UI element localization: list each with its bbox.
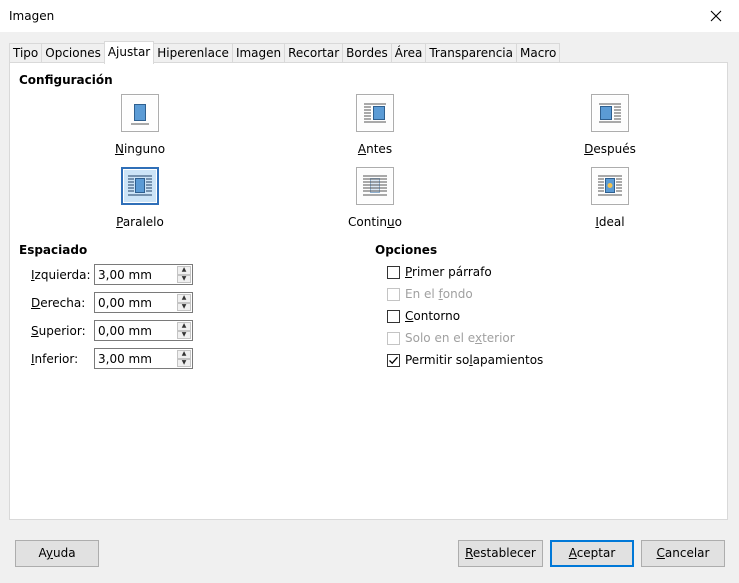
label-derecha: Derecha:: [31, 296, 86, 310]
tab-imagen[interactable]: Imagen: [231, 43, 286, 64]
spin-down-icon[interactable]: ▼: [177, 330, 191, 339]
tab-transparencia[interactable]: Transparencia: [425, 43, 517, 64]
wrap-none-button[interactable]: [121, 94, 159, 132]
spin-down-icon[interactable]: ▼: [177, 274, 191, 283]
superior-spin-arrows: ▲ ▼: [177, 322, 191, 339]
checkbox-contorno[interactable]: Contorno: [387, 308, 460, 324]
label-inferior: Inferior:: [31, 352, 79, 366]
checkbox-box[interactable]: [387, 353, 400, 367]
izquierda-spin-arrows: ▲ ▼: [177, 266, 191, 283]
checkbox-primer-parrafo[interactable]: Primer párrafo: [387, 264, 492, 280]
izquierda-spinbox[interactable]: 3,00 mm ▲ ▼: [94, 264, 193, 285]
spin-up-icon[interactable]: ▲: [177, 322, 191, 331]
wrap-through-button[interactable]: [356, 167, 394, 205]
superior-value[interactable]: 0,00 mm: [98, 324, 152, 338]
checkbox-box: [387, 331, 400, 345]
wrap-none-icon: [131, 104, 149, 125]
superior-spinbox[interactable]: 0,00 mm ▲ ▼: [94, 320, 193, 341]
tab-tipo[interactable]: Tipo: [9, 43, 43, 64]
checkmark-icon: [389, 356, 398, 364]
wrap-option-ideal[interactable]: Ideal: [550, 167, 670, 229]
wrap-before-icon: [364, 103, 386, 123]
derecha-value[interactable]: 0,00 mm: [98, 296, 152, 310]
configuracion-heading: Configuración: [19, 73, 113, 87]
spin-down-icon[interactable]: ▼: [177, 302, 191, 311]
ok-button[interactable]: Aceptar: [550, 540, 634, 567]
spin-down-icon[interactable]: ▼: [177, 358, 191, 367]
wrap-option-continuo[interactable]: Continuo: [315, 167, 435, 229]
wrap-option-antes[interactable]: Antes: [315, 94, 435, 156]
reset-button[interactable]: Restablecer: [458, 540, 543, 567]
wrap-label-continuo: Continuo: [348, 215, 402, 229]
inferior-value[interactable]: 3,00 mm: [98, 352, 152, 366]
close-icon: [710, 10, 722, 22]
tab-panel: Configuración Ninguno Antes Después Para…: [9, 62, 728, 520]
label-izquierda: Izquierda:: [31, 268, 91, 282]
window-title: Imagen: [9, 9, 55, 23]
wrap-option-paralelo[interactable]: Paralelo: [80, 167, 200, 229]
wrap-ideal-icon: [598, 175, 622, 196]
checkbox-box: [387, 287, 400, 301]
tab-bar: Tipo Opciones Ajustar Hiperenlace Imagen…: [9, 41, 561, 64]
wrap-label-ideal: Ideal: [595, 215, 625, 229]
wrap-label-paralelo: Paralelo: [116, 215, 164, 229]
wrap-option-despues[interactable]: Después: [550, 94, 670, 156]
spin-up-icon[interactable]: ▲: [177, 294, 191, 303]
inferior-spinbox[interactable]: 3,00 mm ▲ ▼: [94, 348, 193, 369]
derecha-spin-arrows: ▲ ▼: [177, 294, 191, 311]
wrap-label-antes: Antes: [357, 142, 393, 156]
opciones-heading: Opciones: [375, 243, 438, 257]
tab-macro[interactable]: Macro: [515, 43, 561, 64]
wrap-after-icon: [599, 103, 621, 123]
wrap-ideal-button[interactable]: [591, 167, 629, 205]
tab-hiperenlace[interactable]: Hiperenlace: [153, 43, 233, 64]
wrap-through-icon: [363, 175, 387, 196]
checkbox-box[interactable]: [387, 265, 400, 279]
cancel-button[interactable]: Cancelar: [641, 540, 725, 567]
tab-area[interactable]: Área: [390, 43, 427, 64]
espaciado-heading: Espaciado: [19, 243, 88, 257]
wrap-before-button[interactable]: [356, 94, 394, 132]
wrap-after-button[interactable]: [591, 94, 629, 132]
tab-opciones[interactable]: Opciones: [41, 43, 105, 64]
checkbox-en-el-fondo: En el fondo: [387, 286, 473, 302]
help-button[interactable]: Ayuda: [15, 540, 99, 567]
wrap-option-ninguno[interactable]: Ninguno: [80, 94, 200, 156]
wrap-parallel-icon: [128, 175, 152, 196]
checkbox-permitir-solapamientos[interactable]: Permitir solapamientos: [387, 352, 543, 368]
close-button[interactable]: [693, 0, 739, 32]
wrap-parallel-button[interactable]: [121, 167, 159, 205]
spin-up-icon[interactable]: ▲: [177, 266, 191, 275]
checkbox-solo-exterior: Solo en el exterior: [387, 330, 515, 346]
derecha-spinbox[interactable]: 0,00 mm ▲ ▼: [94, 292, 193, 313]
label-superior: Superior:: [31, 324, 86, 338]
spin-up-icon[interactable]: ▲: [177, 350, 191, 359]
inferior-spin-arrows: ▲ ▼: [177, 350, 191, 367]
checkbox-box[interactable]: [387, 309, 400, 323]
wrap-label-despues: Después: [584, 142, 636, 156]
title-bar: Imagen: [0, 0, 739, 32]
tab-recortar[interactable]: Recortar: [284, 43, 344, 64]
wrap-label-ninguno: Ninguno: [114, 142, 166, 156]
tab-ajustar[interactable]: Ajustar: [103, 41, 155, 64]
izquierda-value[interactable]: 3,00 mm: [98, 268, 152, 282]
tab-bordes[interactable]: Bordes: [342, 43, 392, 64]
